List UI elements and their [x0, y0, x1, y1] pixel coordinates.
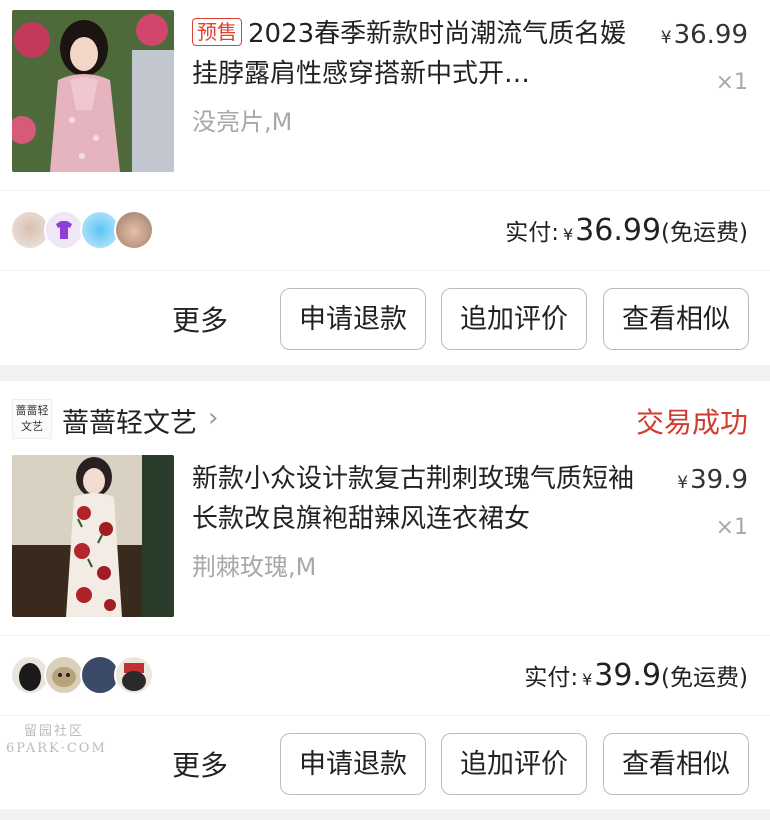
add-review-button[interactable]: 追加评价 [441, 733, 587, 795]
shop-logo[interactable]: 蔷蔷轻 文艺 [12, 399, 52, 439]
product-price: ¥39.9 [677, 465, 748, 495]
payment-row: 实付: ¥39.9(免运费) [0, 635, 770, 716]
refund-button[interactable]: 申请退款 [280, 733, 426, 795]
product-thumbnail[interactable] [12, 455, 174, 617]
product-quantity: ×1 [715, 70, 748, 95]
add-review-button[interactable]: 追加评价 [441, 288, 587, 350]
paid-amount: 实付: ¥36.99(免运费) [505, 213, 748, 248]
avatar[interactable] [114, 655, 154, 695]
order-card-2: 蔷蔷轻 文艺 蔷蔷轻文艺 › 交易成功 新款小众设计款复古荆刺玫瑰气质短袖长款改… [0, 381, 770, 809]
action-row: 更多 申请退款 追加评价 查看相似 [0, 270, 770, 365]
product-sku: 荆棘玫瑰,M [192, 553, 317, 581]
product-sku: 没亮片,M [192, 108, 293, 136]
order-card-1: 预售 2023春季新款时尚潮流气质名媛挂脖露肩性感穿搭新中式开… 没亮片,M ¥3… [0, 0, 770, 365]
more-button[interactable]: 更多 [172, 299, 228, 339]
avatar[interactable] [114, 210, 154, 250]
refund-button[interactable]: 申请退款 [280, 288, 426, 350]
product-title[interactable]: 预售 2023春季新款时尚潮流气质名媛挂脖露肩性感穿搭新中式开… [192, 14, 642, 94]
product-price: ¥36.99 [660, 20, 748, 50]
presale-tag: 预售 [192, 18, 242, 46]
avatar[interactable] [44, 210, 84, 250]
watermark: 留园社区 6PARK·COM [6, 724, 107, 756]
find-similar-button[interactable]: 查看相似 [603, 288, 749, 350]
find-similar-button[interactable]: 查看相似 [603, 733, 749, 795]
avatar[interactable] [44, 655, 84, 695]
shop-header[interactable]: 蔷蔷轻 文艺 蔷蔷轻文艺 › 交易成功 [0, 381, 770, 455]
paid-amount: 实付: ¥39.9(免运费) [524, 658, 748, 693]
shop-name[interactable]: 蔷蔷轻文艺 [62, 401, 197, 440]
product-title[interactable]: 新款小众设计款复古荆刺玫瑰气质短袖长款改良旗袍甜辣风连衣裙女 [192, 459, 642, 539]
product-item[interactable]: 预售 2023春季新款时尚潮流气质名媛挂脖露肩性感穿搭新中式开… 没亮片,M ¥3… [0, 10, 770, 180]
order-status: 交易成功 [635, 406, 748, 439]
payment-row: 实付: ¥36.99(免运费) [0, 190, 770, 271]
product-thumbnail[interactable] [12, 10, 174, 172]
chevron-right-icon[interactable]: › [208, 403, 218, 433]
product-quantity: ×1 [715, 515, 748, 540]
product-item[interactable]: 新款小众设计款复古荆刺玫瑰气质短袖长款改良旗袍甜辣风连衣裙女 荆棘玫瑰,M ¥3… [0, 455, 770, 625]
more-button[interactable]: 更多 [172, 744, 228, 784]
action-row: 更多 申请退款 追加评价 查看相似 [0, 715, 770, 810]
